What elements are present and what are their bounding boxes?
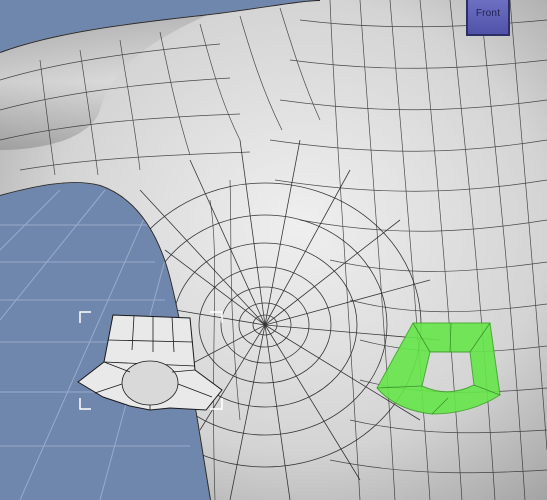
viewcube-front-face[interactable]: Front [466, 0, 510, 36]
viewcube-label: Front [475, 8, 501, 19]
3d-viewport[interactable]: Front [0, 0, 547, 500]
torso-mesh[interactable] [0, 0, 547, 500]
scene-canvas[interactable] [0, 0, 547, 500]
